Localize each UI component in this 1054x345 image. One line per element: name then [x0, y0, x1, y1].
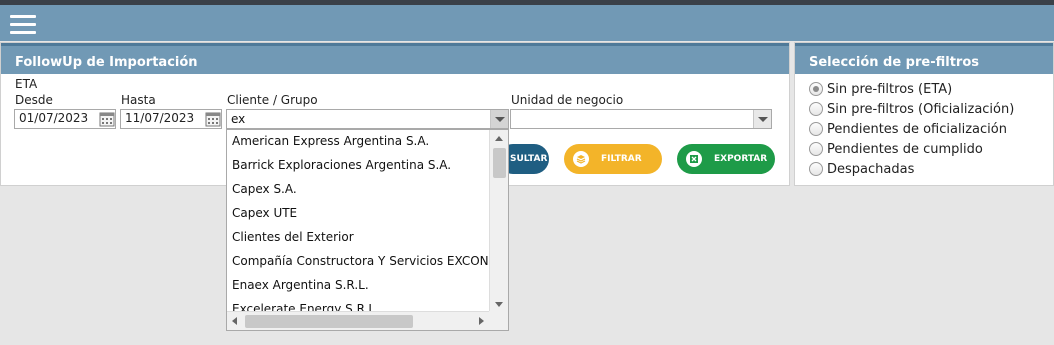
scroll-thumb[interactable] [493, 148, 506, 178]
consultar-label: SULTAR [510, 154, 548, 164]
vertical-scrollbar[interactable] [489, 130, 508, 313]
exportar-label: EXPORTAR [714, 154, 768, 164]
layers-icon [573, 151, 589, 167]
radio-button[interactable] [809, 122, 823, 136]
cliente-dropdown-list[interactable]: American Express Argentina S.A. Barrick … [226, 129, 509, 331]
list-item[interactable]: Capex S.A. [227, 178, 489, 202]
radio-label: Sin pre-filtros (Oficialización) [827, 101, 1015, 117]
horizontal-scrollbar[interactable] [227, 311, 489, 330]
scroll-left-icon[interactable] [232, 317, 237, 325]
radio-button[interactable] [809, 162, 823, 176]
filtrar-button[interactable]: FILTRAR [564, 144, 662, 174]
chevron-down-icon[interactable] [490, 110, 508, 128]
list-item[interactable]: Capex UTE [227, 202, 489, 226]
radio-button[interactable] [809, 142, 823, 156]
prefilter-options: Sin pre-filtros (ETA) Sin pre-filtros (O… [809, 79, 1014, 179]
scroll-down-icon[interactable] [495, 302, 503, 307]
radio-label: Pendientes de oficialización [827, 121, 1007, 137]
radio-despachadas[interactable]: Despachadas [809, 159, 1014, 179]
desde-label: Desde [15, 93, 53, 107]
scroll-right-icon[interactable] [479, 317, 484, 325]
top-bar [0, 5, 1054, 41]
radio-sin-prefiltros-eta[interactable]: Sin pre-filtros (ETA) [809, 79, 1014, 99]
list-item[interactable]: Clientes del Exterior [227, 226, 489, 250]
radio-label: Sin pre-filtros (ETA) [827, 81, 953, 97]
unidad-label: Unidad de negocio [511, 93, 624, 107]
scroll-up-icon[interactable] [495, 136, 503, 141]
eta-label: ETA [15, 77, 38, 91]
chevron-down-icon[interactable] [753, 110, 771, 128]
hasta-label: Hasta [121, 93, 156, 107]
filtrar-label: FILTRAR [601, 154, 642, 164]
list-item[interactable]: Enaex Argentina S.R.L. [227, 274, 489, 298]
radio-label: Pendientes de cumplido [827, 141, 983, 157]
list-item[interactable]: Compañía Constructora Y Servicios EXCON [227, 250, 489, 274]
radio-button[interactable] [809, 82, 823, 96]
radio-sin-prefiltros-oficializacion[interactable]: Sin pre-filtros (Oficialización) [809, 99, 1014, 119]
scroll-thumb[interactable] [245, 315, 413, 328]
radio-label: Despachadas [827, 161, 915, 177]
scrollbar-corner [489, 311, 508, 330]
hasta-date-value: 11/07/2023 [125, 111, 195, 125]
hamburger-icon[interactable] [10, 15, 36, 35]
radio-button[interactable] [809, 102, 823, 116]
excel-icon [686, 151, 702, 167]
prefilter-title: Selección de pre-filtros [795, 43, 1053, 74]
radio-pendientes-cumplido[interactable]: Pendientes de cumplido [809, 139, 1014, 159]
calendar-icon[interactable] [205, 111, 221, 127]
desde-date-value: 01/07/2023 [19, 111, 89, 125]
exportar-button[interactable]: EXPORTAR [677, 144, 775, 174]
list-item[interactable]: American Express Argentina S.A. [227, 130, 489, 154]
radio-pendientes-oficializacion[interactable]: Pendientes de oficialización [809, 119, 1014, 139]
calendar-icon[interactable] [99, 111, 115, 127]
panel-title: FollowUp de Importación [1, 43, 789, 74]
cliente-input-value[interactable]: ex [231, 112, 245, 126]
list-item[interactable]: Barrick Exploraciones Argentina S.A. [227, 154, 489, 178]
cliente-combo[interactable]: ex [226, 109, 509, 129]
cliente-label: Cliente / Grupo [227, 93, 318, 107]
unidad-combo[interactable] [510, 109, 772, 129]
dropdown-items: American Express Argentina S.A. Barrick … [227, 130, 489, 313]
